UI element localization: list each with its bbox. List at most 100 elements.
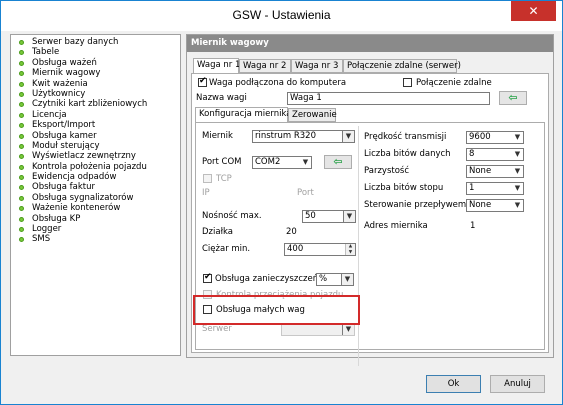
tab-polaczenie-zdalne[interactable]: Połączenie zdalne (serwer): [343, 59, 461, 73]
sterowanie-select[interactable]: None ▼: [466, 199, 524, 212]
sidebar-item-label: SMS: [32, 234, 51, 245]
bullet-icon: [19, 227, 24, 233]
ok-button[interactable]: Ok: [426, 375, 481, 393]
zanieczyszczen-checkbox[interactable]: [203, 272, 212, 283]
tab-waga-1[interactable]: Waga nr 1: [193, 58, 240, 73]
zanieczyszczen-select[interactable]: % ▼: [316, 273, 354, 286]
sidebar-item[interactable]: Miernik wagowy: [11, 68, 180, 78]
sidebar-item[interactable]: Obsługa kamer: [11, 131, 180, 141]
bullet-icon: [19, 195, 24, 201]
sidebar-item-label: Kwit ważenia: [32, 78, 88, 89]
miernik-select[interactable]: rinstrum R320 ▼: [252, 130, 355, 143]
bullet-icon: [19, 91, 24, 97]
sidebar-item[interactable]: Kontrola położenia pojazdu: [11, 162, 180, 172]
dzialka-label: Działka: [202, 227, 233, 237]
sidebar-item-label: Moduł sterujący: [32, 140, 100, 151]
ciezar-value: 400: [287, 244, 304, 254]
chevron-down-icon: ▼: [514, 184, 521, 192]
sidebar-item[interactable]: Moduł sterujący: [11, 141, 180, 151]
sterowanie-label: Sterowanie przepływem: [364, 200, 467, 210]
sidebar-item-label: Czytniki kart zbliżeniowych: [32, 99, 148, 110]
close-button[interactable]: ✕: [511, 1, 556, 21]
sidebar-item[interactable]: Obsługa ważeń: [11, 58, 180, 68]
miernik-label: Miernik: [202, 131, 233, 141]
bullet-icon: [19, 175, 24, 181]
bullet-icon: [19, 185, 24, 191]
zanieczyszczen-label: Obsługa zanieczyszczeń: [215, 274, 319, 284]
parzystosc-select[interactable]: None ▼: [466, 165, 524, 178]
sidebar-item-label: Ewidencja odpadów: [32, 172, 117, 183]
parzystosc-value: None: [469, 166, 492, 176]
polaczenie-zdalne-label: Połączenie zdalne: [416, 78, 492, 88]
sidebar-item[interactable]: Obsługa KP: [11, 214, 180, 224]
adres-label: Adres miernika: [364, 221, 428, 231]
bity-stopu-select[interactable]: 1 ▼: [466, 182, 524, 195]
title-bar: GSW - Ustawienia ✕: [1, 1, 562, 31]
port-com-value: COM2: [255, 157, 281, 167]
bullet-icon: [19, 60, 24, 66]
bity-stopu-label: Liczba bitów stopu: [364, 183, 444, 193]
sidebar-item[interactable]: SMS: [11, 234, 180, 244]
polaczenie-zdalne-checkbox[interactable]: [403, 78, 412, 87]
sidebar-item[interactable]: Logger: [11, 224, 180, 234]
predkosc-select[interactable]: 9600 ▼: [466, 131, 524, 144]
cancel-button[interactable]: Anuluj: [490, 375, 545, 393]
sidebar-item[interactable]: Kwit ważenia: [11, 79, 180, 89]
tab-zerowanie[interactable]: Zerowanie: [288, 108, 337, 122]
chevron-down-icon: ▼: [514, 201, 521, 209]
sidebar-item-label: Obsługa kamer: [32, 130, 97, 141]
arrow-left-icon: ⇦: [508, 91, 518, 104]
waga-podlaczona-checkbox[interactable]: [198, 76, 207, 87]
chevron-down-icon: ▼: [342, 324, 354, 335]
sidebar-item[interactable]: Eksport/Import: [11, 120, 180, 130]
sidebar-item-label: Ważenie kontenerów: [32, 203, 121, 214]
nosnosc-value: 50: [305, 211, 316, 221]
sidebar-item[interactable]: Licencja: [11, 110, 180, 120]
bity-danych-label: Liczba bitów danych: [364, 149, 451, 159]
sidebar-item[interactable]: Ważenie kontenerów: [11, 203, 180, 213]
tab-konfiguracja-miernika[interactable]: Konfiguracja miernika: [195, 107, 291, 122]
bullet-icon: [19, 206, 24, 212]
sidebar-item[interactable]: Tabele: [11, 47, 180, 57]
highlight-box: [193, 295, 360, 325]
sidebar-item-label: Obsługa ważeń: [32, 57, 97, 68]
sidebar-item-label: Serwer bazy danych: [32, 37, 119, 47]
refresh-port-button[interactable]: ⇦: [324, 155, 352, 169]
column-divider: [358, 126, 359, 366]
sidebar-item-label: Logger: [32, 224, 62, 235]
zanieczyszczen-value: %: [319, 274, 328, 284]
nosnosc-select[interactable]: 50 ▼: [302, 210, 356, 223]
settings-nav-list: Serwer bazy danych Tabele Obsługa ważeń Mie…: [10, 34, 181, 356]
sidebar-item-label: Eksport/Import: [32, 120, 96, 131]
sidebar-item[interactable]: Użytkownicy: [11, 89, 180, 99]
bullet-icon: [19, 133, 24, 139]
sidebar-item[interactable]: Obsługa sygnalizatorów: [11, 193, 180, 203]
sidebar-item-label: Miernik wagowy: [32, 68, 101, 79]
sidebar-item-label: Kontrola położenia pojazdu: [32, 161, 147, 172]
bity-danych-select[interactable]: 8 ▼: [466, 148, 524, 161]
ciezar-stepper[interactable]: 400 ▲ ▼: [284, 243, 356, 256]
nazwa-wagi-input[interactable]: Waga 1: [287, 92, 490, 105]
client-area: Serwer bazy danych Tabele Obsługa ważeń Mie…: [1, 31, 562, 404]
sidebar-item-label: Licencja: [32, 109, 67, 120]
sidebar-item[interactable]: Ewidencja odpadów: [11, 172, 180, 182]
sidebar-item[interactable]: Serwer bazy danych: [11, 37, 180, 47]
tab-waga-2[interactable]: Waga nr 2: [239, 59, 291, 73]
tcp-checkbox[interactable]: [203, 174, 212, 183]
ip-label: IP: [202, 188, 210, 198]
sidebar-item[interactable]: Czytniki kart zbliżeniowych: [11, 99, 180, 109]
chevron-down-icon: ▼: [514, 150, 521, 158]
predkosc-value: 9600: [469, 132, 491, 142]
apply-name-button[interactable]: ⇦: [499, 91, 527, 105]
sidebar-item[interactable]: Obsługa faktur: [11, 182, 180, 192]
chevron-down-icon: ▼: [302, 158, 309, 166]
port-com-select[interactable]: COM2 ▼: [252, 156, 312, 169]
bullet-icon: [19, 143, 24, 149]
bullet-icon: [19, 154, 24, 160]
port-label: Port: [297, 188, 314, 198]
stepper-arrows[interactable]: ▲ ▼: [345, 244, 355, 255]
sterowanie-value: None: [469, 200, 492, 210]
sidebar-item[interactable]: Wyświetlacz zewnętrzny: [11, 151, 180, 161]
tcp-label: TCP: [216, 174, 232, 184]
tab-waga-3[interactable]: Waga nr 3: [291, 59, 343, 73]
